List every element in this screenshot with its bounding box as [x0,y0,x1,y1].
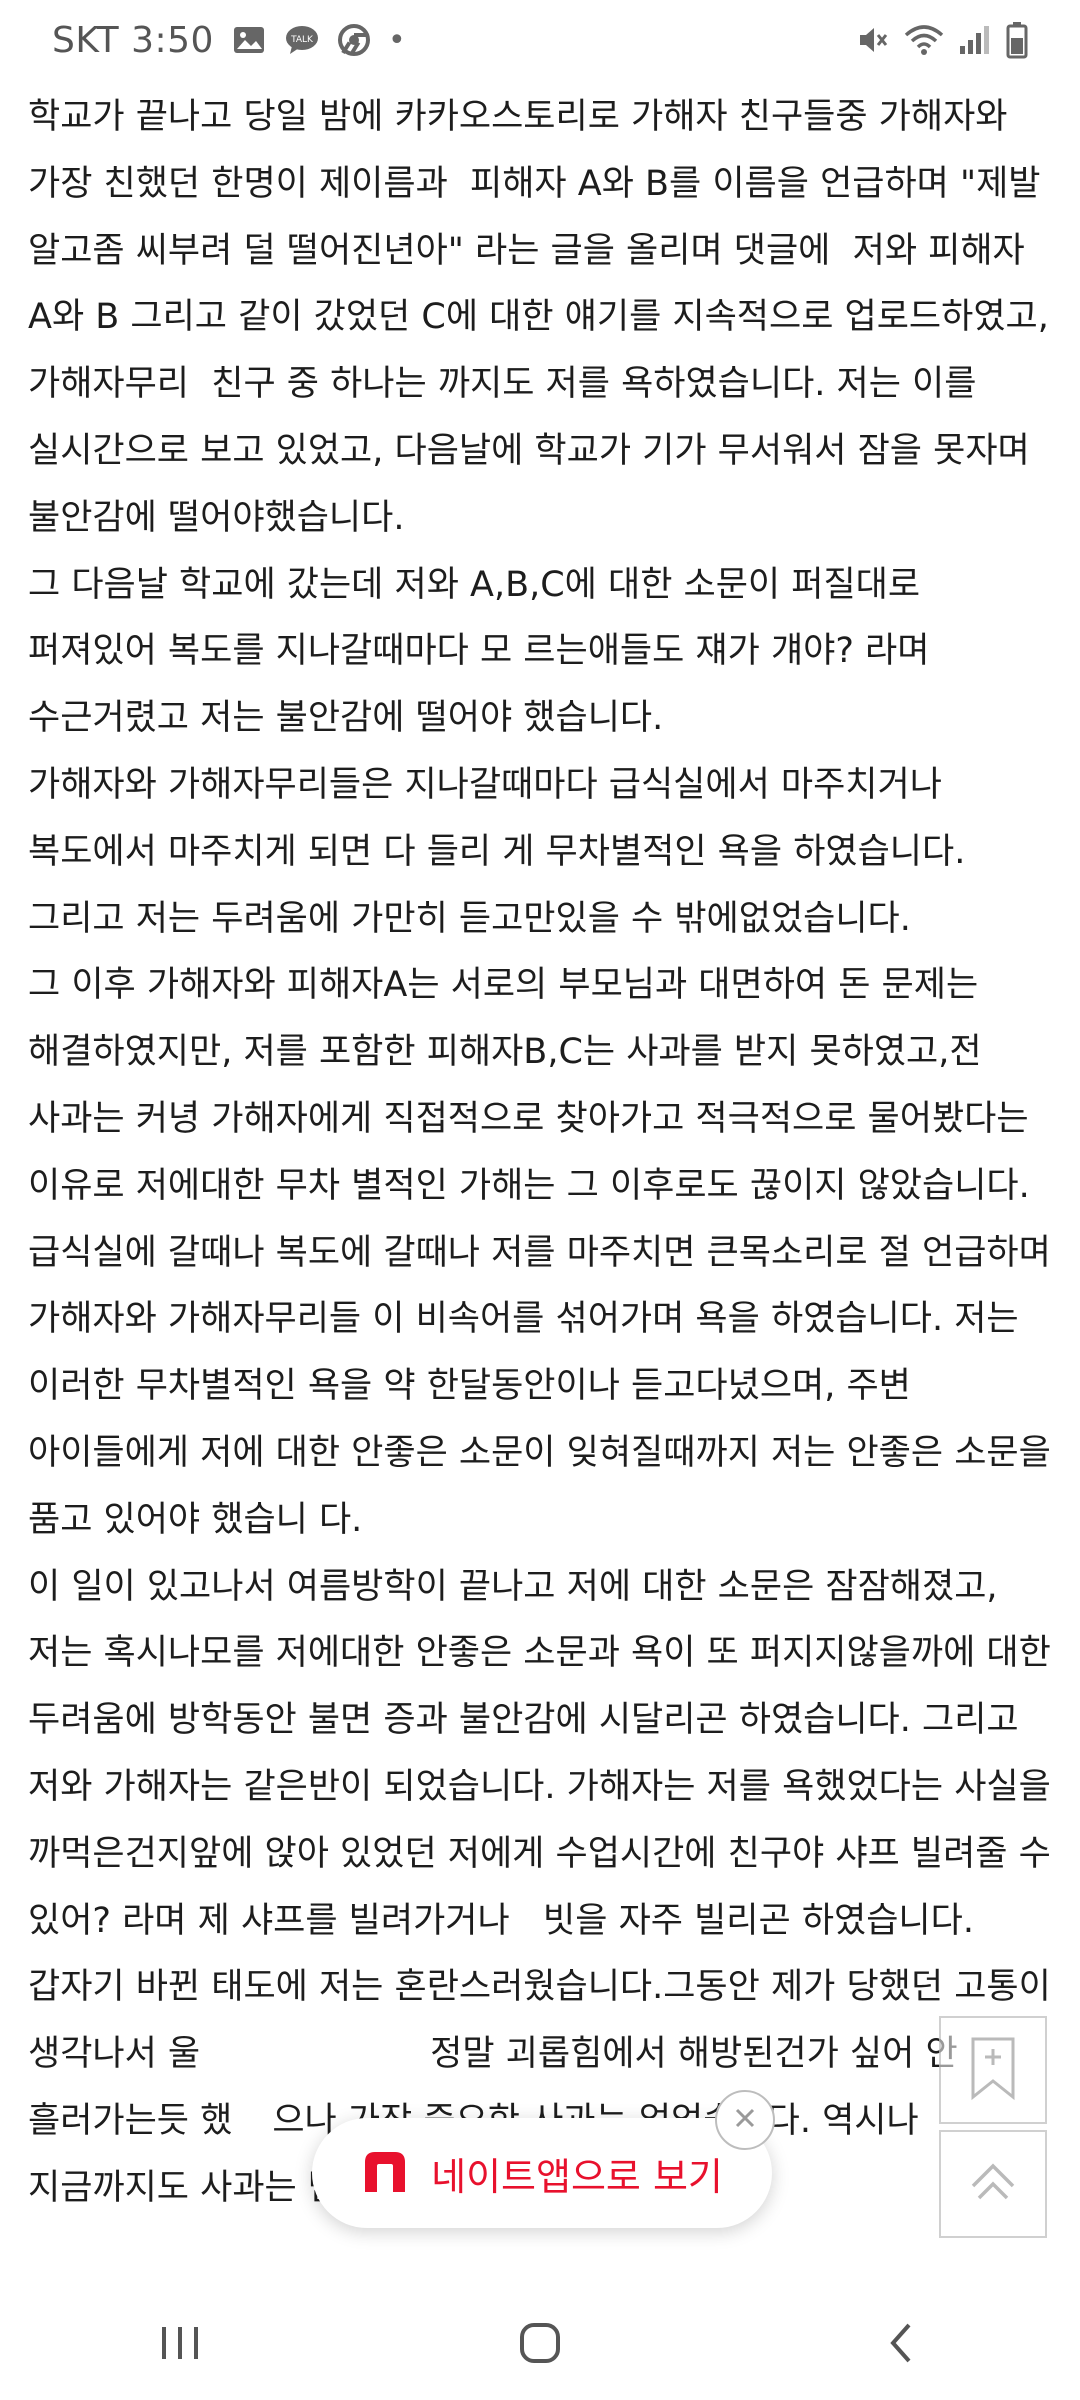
article-paragraph: 그 다음날 학교에 갔는데 저와 A,B,C에 대한 소문이 퍼질대로 퍼져있어… [28,564,941,739]
svg-text:TALK: TALK [290,35,314,45]
time-label: 3:50 [131,19,214,61]
article-paragraph: 가해자와 가해자무리들은 지나갈때마다 급식실에서 마주치거나 복도에서 마주치… [28,764,977,939]
image-icon [232,25,266,55]
status-dot: • [387,22,406,58]
battery-icon [1006,21,1028,59]
status-carrier-time: SKT 3:50 [52,20,214,61]
wifi-icon [904,23,944,57]
nate-app-banner[interactable]: 네이트앱으로 보기 [312,2118,772,2228]
recent-apps-button[interactable] [110,2300,250,2390]
article-paragraph: 학교가 끝나고 당일 밤에 카카오스토리로 가해자 친구들중 가해자와 가장 친… [28,97,1060,538]
article-body: 학교가 끝나고 당일 밤에 카카오스토리로 가해자 친구들중 가해자와 가장 친… [28,84,1058,2222]
article-paragraph: 그 이후 가해자와 피해자A는 서로의 부모님과 대면하여 돈 문제는 해결하였… [28,965,1062,1540]
carrier-label: SKT [52,19,120,61]
navigation-bar [0,2290,1080,2400]
home-button[interactable] [470,2300,610,2390]
mute-icon [856,23,890,57]
nate-logo-icon [361,2148,409,2198]
recent-apps-icon [158,2323,202,2367]
banner-label: 네이트앱으로 보기 [431,2154,723,2199]
bookmark-button[interactable] [939,2016,1047,2124]
status-bar: SKT 3:50 TALK • [0,0,1080,78]
back-icon [885,2321,915,2369]
home-icon [518,2321,562,2369]
talk-icon: TALK [284,24,320,56]
status-left: SKT 3:50 TALK • [52,18,406,62]
scroll-top-icon [963,2152,1023,2216]
article-fragment: 정말 괴롭힘에서 해방된건가 싶어 안 [430,2034,958,2075]
banner-close-button[interactable] [715,2090,775,2150]
chrome-icon [337,24,370,56]
back-button[interactable] [830,2300,970,2390]
status-right [856,18,1028,62]
scroll-top-button[interactable] [939,2130,1047,2238]
article-paragraph: 이 일이 있고나서 여름방학이 끝나고 저에 대한 소문은 잠잠해졌고, 저는 … [28,1566,1062,1941]
article-fragment: 흘러가는듯 했 [28,2100,233,2141]
article-paragraph: 갑자기 바뀐 태도에 저는 혼란스러웠습니다.그동안 제가 당했던 고통이 생각… [28,1954,1058,2088]
close-icon [731,2104,759,2136]
bookmark-icon [965,2035,1021,2105]
signal-icon [958,24,992,56]
